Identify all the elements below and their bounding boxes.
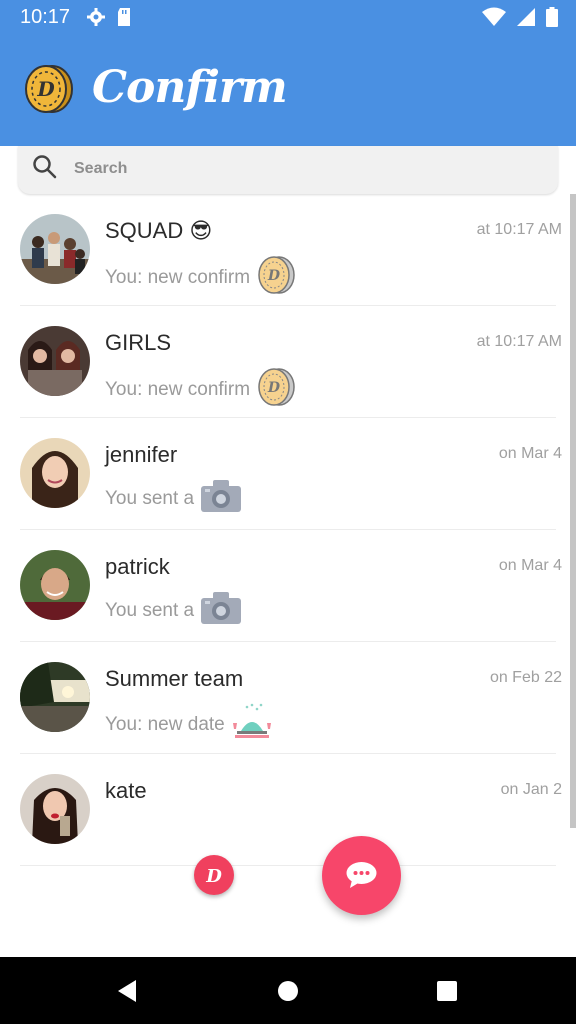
chat-name: kate bbox=[105, 778, 147, 803]
avatar bbox=[20, 550, 90, 620]
chat-preview: You: new confirm D bbox=[105, 367, 296, 413]
chat-time: on Mar 4 bbox=[498, 557, 562, 574]
chat-row[interactable]: patrick on Mar 4 You sent a bbox=[20, 530, 562, 642]
preview-text: You sent a bbox=[105, 488, 195, 509]
chat-time: on Feb 22 bbox=[489, 669, 562, 686]
avatar bbox=[20, 438, 90, 508]
dinner-icon bbox=[231, 703, 273, 747]
status-bar: 10:17 bbox=[0, 0, 576, 34]
avatar bbox=[20, 774, 90, 844]
chat-name: Summer team bbox=[105, 666, 244, 691]
avatar bbox=[20, 662, 90, 732]
coin-icon: D bbox=[256, 367, 296, 413]
wifi-icon bbox=[482, 7, 506, 32]
chat-name: jennifer bbox=[105, 442, 178, 467]
svg-text:D: D bbox=[36, 77, 55, 101]
signal-icon bbox=[516, 7, 536, 32]
home-icon[interactable] bbox=[277, 979, 299, 1008]
svg-text:D: D bbox=[205, 866, 222, 887]
status-time: 10:17 bbox=[20, 6, 71, 28]
app-title: Confirm bbox=[92, 62, 288, 113]
chat-row[interactable]: Summer team on Feb 22 You: new date bbox=[20, 642, 562, 754]
chat-list: SQUAD 😎 at 10:17 AM You: new confirm D G… bbox=[0, 194, 570, 866]
search-input[interactable] bbox=[72, 152, 536, 186]
search-bar bbox=[18, 146, 558, 194]
chat-preview: You: new date bbox=[105, 703, 273, 747]
navigation-bar bbox=[0, 957, 576, 1024]
coin-logo-icon[interactable]: D bbox=[24, 64, 74, 119]
chat-preview: You sent a bbox=[105, 479, 242, 519]
recents-icon[interactable] bbox=[436, 979, 458, 1008]
svg-text:D: D bbox=[267, 380, 281, 396]
chat-preview: You: new confirm D bbox=[105, 255, 296, 301]
chat-name: SQUAD 😎 bbox=[105, 218, 213, 243]
camera-icon bbox=[200, 591, 242, 631]
avatar bbox=[20, 326, 90, 396]
avatar bbox=[20, 214, 90, 284]
chat-name: GIRLS bbox=[105, 330, 172, 355]
chat-name: patrick bbox=[105, 554, 170, 579]
chat-preview: You sent a bbox=[105, 591, 242, 631]
gear-icon bbox=[86, 7, 106, 32]
camera-icon bbox=[200, 479, 242, 519]
chat-time: on Mar 4 bbox=[498, 445, 562, 462]
preview-text: You: new date bbox=[105, 714, 225, 735]
app-bar: D Confirm bbox=[0, 34, 576, 146]
chat-row[interactable]: jennifer on Mar 4 You sent a bbox=[20, 418, 562, 530]
d-logo-button[interactable]: D bbox=[194, 855, 234, 895]
battery-icon bbox=[546, 7, 558, 32]
chat-row[interactable]: GIRLS at 10:17 AM You: new confirm D bbox=[20, 306, 562, 418]
search-icon[interactable] bbox=[32, 154, 58, 185]
chat-row[interactable]: SQUAD 😎 at 10:17 AM You: new confirm D bbox=[20, 194, 562, 306]
preview-text: You: new confirm bbox=[105, 379, 251, 400]
back-icon[interactable] bbox=[116, 979, 138, 1008]
preview-text: You: new confirm bbox=[105, 267, 251, 288]
chat-time: on Jan 2 bbox=[500, 781, 562, 798]
coin-icon: D bbox=[256, 255, 296, 301]
chat-row[interactable]: kate on Jan 2 bbox=[20, 754, 562, 866]
svg-text:D: D bbox=[267, 268, 281, 284]
d-logo-icon: D bbox=[194, 866, 234, 899]
new-chat-button[interactable] bbox=[322, 836, 401, 915]
preview-text: You sent a bbox=[105, 600, 195, 621]
scrollbar[interactable] bbox=[570, 194, 576, 828]
chat-time: at 10:17 AM bbox=[476, 333, 562, 350]
chat-time: at 10:17 AM bbox=[476, 221, 562, 238]
sd-card-icon bbox=[116, 7, 132, 32]
chat-bubble-icon bbox=[322, 862, 401, 919]
